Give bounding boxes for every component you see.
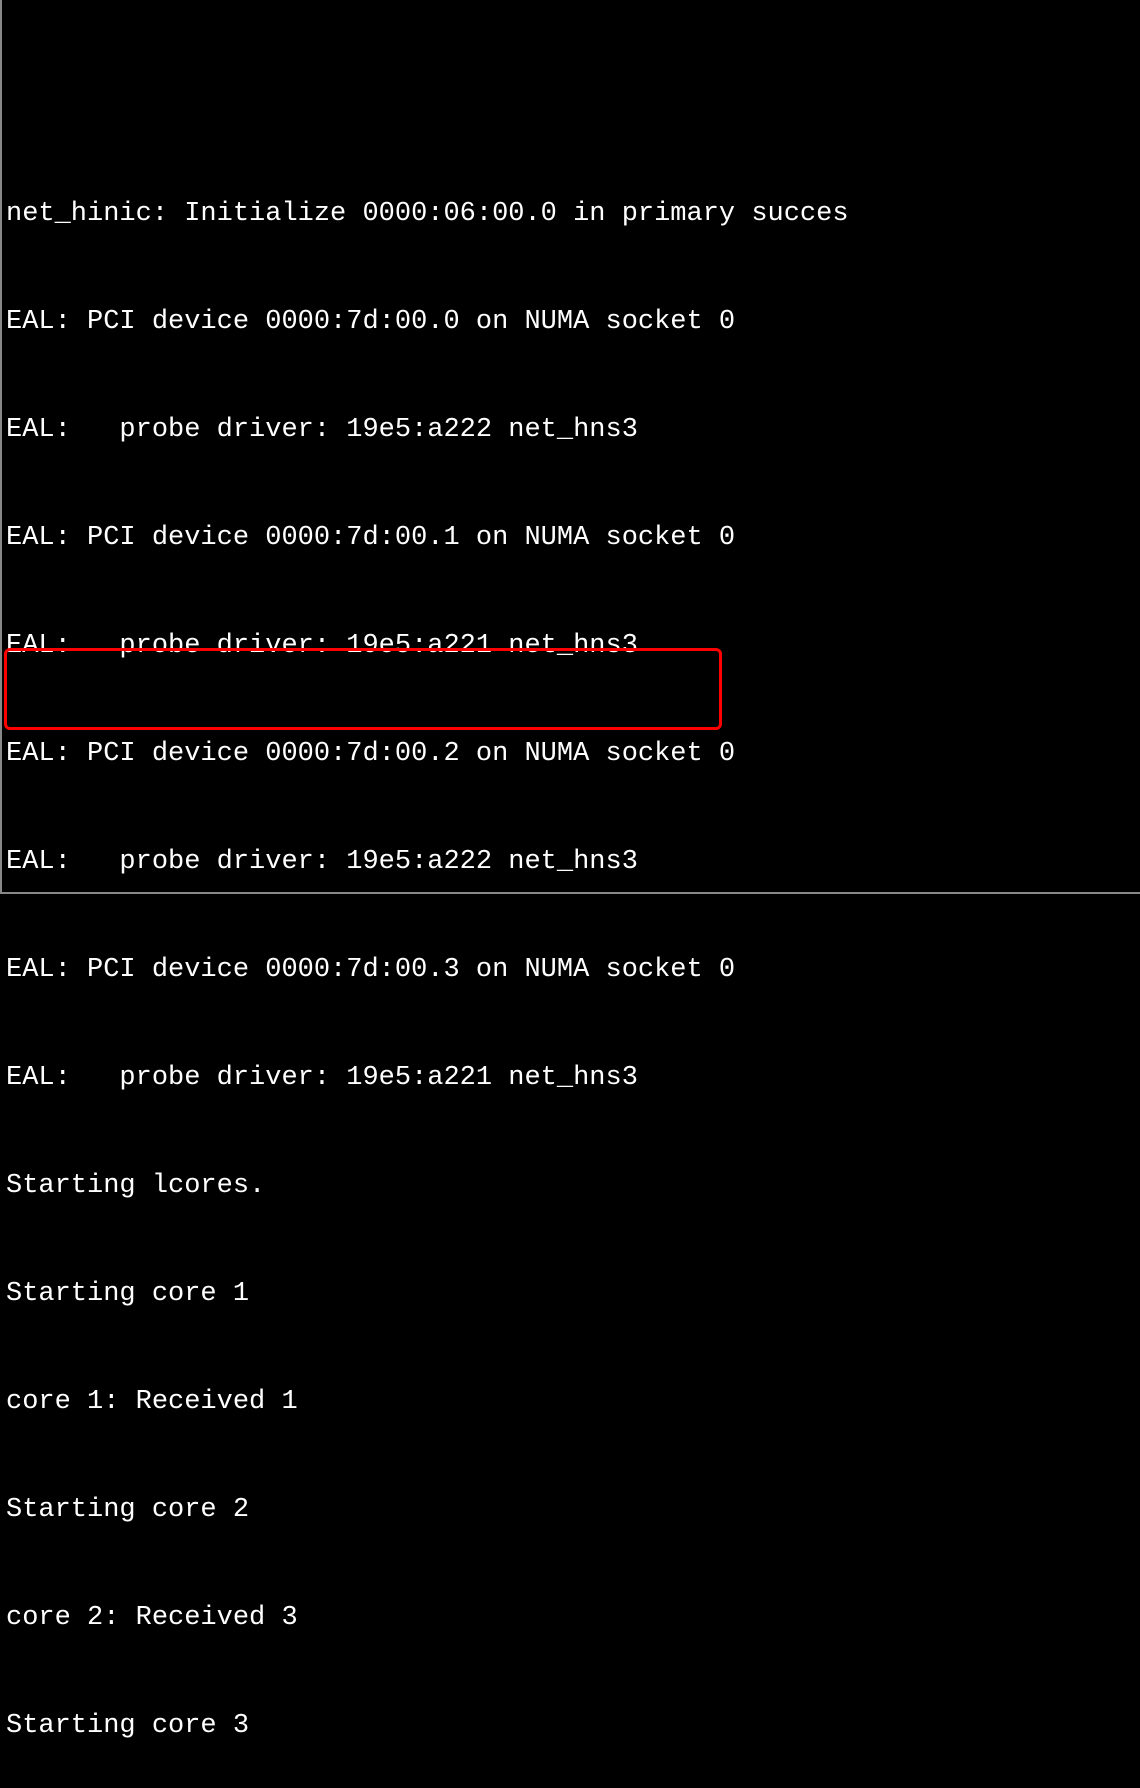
log-line: Starting core 2 [6, 1492, 1140, 1528]
log-line: EAL: PCI device 0000:7d:00.1 on NUMA soc… [6, 520, 1140, 556]
log-line: net_hinic: Initialize 0000:06:00.0 in pr… [6, 196, 1140, 232]
log-line: EAL: probe driver: 19e5:a221 net_hns3 [6, 1060, 1140, 1096]
log-line: EAL: probe driver: 19e5:a221 net_hns3 [6, 628, 1140, 664]
log-line: Starting core 3 [6, 1708, 1140, 1744]
log-line: core 2: Received 3 [6, 1600, 1140, 1636]
log-line: EAL: PCI device 0000:7d:00.3 on NUMA soc… [6, 952, 1140, 988]
log-line: EAL: probe driver: 19e5:a222 net_hns3 [6, 412, 1140, 448]
log-line: core 1: Received 1 [6, 1384, 1140, 1420]
log-line: Starting lcores. [6, 1168, 1140, 1204]
log-line: EAL: PCI device 0000:7d:00.0 on NUMA soc… [6, 304, 1140, 340]
log-line: EAL: PCI device 0000:7d:00.2 on NUMA soc… [6, 736, 1140, 772]
log-line: Starting core 1 [6, 1276, 1140, 1312]
terminal-output: net_hinic: Initialize 0000:06:00.0 in pr… [6, 144, 1140, 1788]
log-line: EAL: probe driver: 19e5:a222 net_hns3 [6, 844, 1140, 880]
